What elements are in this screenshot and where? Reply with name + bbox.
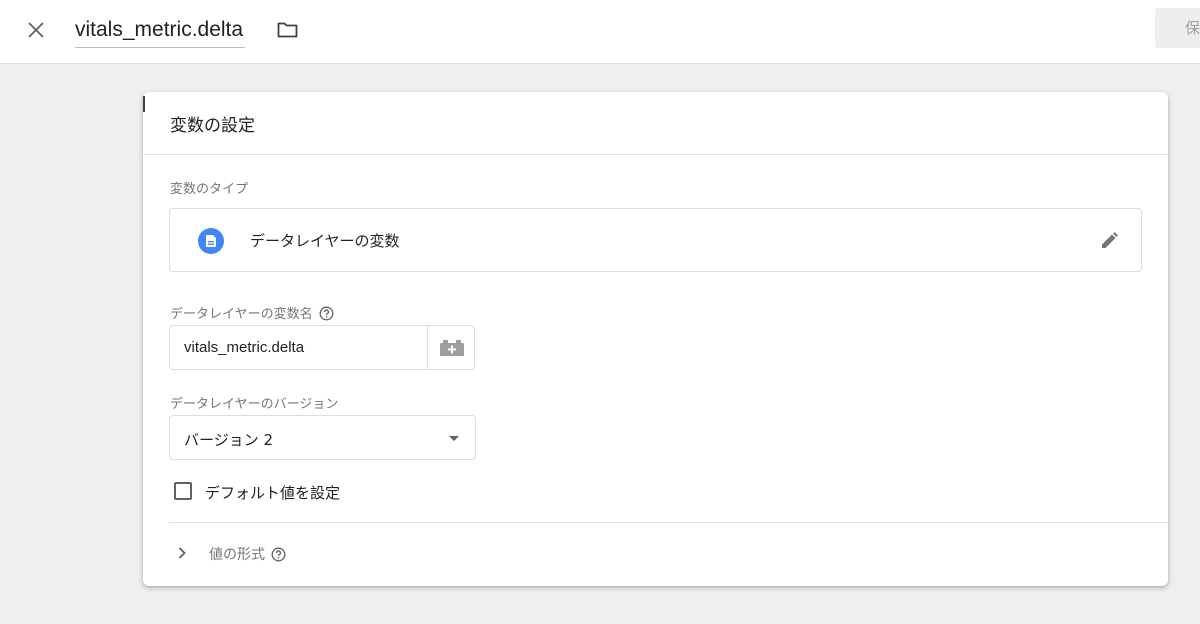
- folder-icon: [277, 22, 298, 38]
- data-layer-version-label: データレイヤーのバージョン: [170, 397, 339, 412]
- close-button[interactable]: [22, 16, 50, 44]
- data-layer-name-label-text: データレイヤーの変数名: [170, 307, 313, 322]
- section-divider: [169, 522, 1168, 523]
- value-format-label: 値の形式: [209, 544, 286, 564]
- data-layer-name-input[interactable]: [169, 325, 428, 370]
- close-icon: [28, 22, 44, 38]
- variable-name-title-field[interactable]: vitals_metric.delta: [75, 14, 246, 48]
- data-layer-name-label: データレイヤーの変数名: [170, 303, 334, 322]
- chevron-down-icon: [449, 436, 459, 441]
- help-circle-icon[interactable]: [271, 547, 286, 562]
- card-edge-marker: [143, 96, 145, 112]
- card-title: 変数の設定: [170, 116, 255, 136]
- folder-button[interactable]: [276, 18, 300, 42]
- document-icon: [198, 228, 224, 254]
- card-header: [143, 92, 1168, 155]
- variable-type-label: 変数のタイプ: [170, 182, 249, 197]
- data-layer-version-select[interactable]: バージョン 2: [169, 415, 476, 460]
- save-button[interactable]: 保: [1155, 8, 1200, 48]
- variable-type-name: データレイヤーの変数: [250, 232, 400, 250]
- variable-config-card: 変数の設定 変数のタイプ データレイヤーの変数 データレイヤーの変数名 vita…: [143, 92, 1168, 586]
- value-format-label-text: 値の形式: [209, 547, 265, 563]
- chevron-right-icon: [178, 547, 186, 559]
- default-value-checkbox-label[interactable]: デフォルト値を設定: [205, 482, 340, 503]
- default-value-checkbox[interactable]: [174, 482, 192, 500]
- top-bar: vitals_metric.delta 保: [0, 0, 1200, 64]
- variable-picker-icon: [440, 340, 464, 356]
- variable-type-selector[interactable]: データレイヤーの変数: [169, 208, 1142, 272]
- data-layer-version-value: バージョン 2: [184, 431, 274, 449]
- help-circle-icon[interactable]: [319, 306, 334, 321]
- pencil-icon[interactable]: [1098, 230, 1120, 252]
- variable-picker-button[interactable]: [427, 325, 475, 370]
- variable-name-title: vitals_metric.delta: [75, 18, 244, 41]
